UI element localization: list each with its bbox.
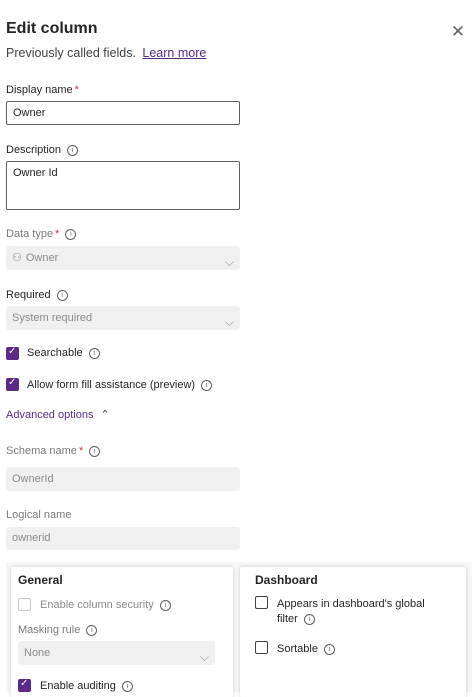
info-icon[interactable]: i xyxy=(303,614,315,625)
info-icon[interactable]: i xyxy=(89,446,101,457)
schema-name-label: Schema name * i xyxy=(6,445,101,457)
required-mark: * xyxy=(55,228,60,240)
data-type-value: Owner xyxy=(25,252,59,264)
info-icon[interactable]: i xyxy=(56,290,68,301)
global-filter-label-line1: Appears in dashboard's global xyxy=(277,598,425,610)
general-card: General Enable column security i Masking … xyxy=(11,567,233,697)
required-label: Required i xyxy=(6,289,68,301)
info-icon[interactable]: i xyxy=(323,644,335,655)
sortable-row: Sortable i xyxy=(277,643,335,655)
logical-name-label: Logical name xyxy=(6,509,72,521)
column-security-label: Enable column security xyxy=(40,599,154,611)
chevron-up-icon: ⌃ xyxy=(100,409,110,421)
person-icon: ⚇ xyxy=(12,252,22,264)
logical-name-input: ownerid xyxy=(6,527,240,550)
data-type-label-text: Data type xyxy=(6,228,54,240)
info-icon[interactable]: i xyxy=(86,625,98,636)
info-icon[interactable]: i xyxy=(159,600,171,611)
required-select: System required ⌵ xyxy=(6,306,240,330)
general-title: General xyxy=(18,573,63,587)
sortable-label: Sortable xyxy=(277,643,318,655)
schema-name-label-text: Schema name xyxy=(6,445,77,457)
display-name-label-text: Display name xyxy=(6,84,73,96)
learn-more-link[interactable]: Learn more xyxy=(142,46,206,60)
masking-rule-value: None xyxy=(24,647,51,659)
form-fill-checkbox[interactable] xyxy=(6,377,19,391)
schema-name-input: OwnerId xyxy=(6,467,240,491)
form-fill-row: Allow form fill assistance (preview) i xyxy=(27,379,213,391)
description-label: Description i xyxy=(6,144,79,156)
chevron-down-icon: ⌵ xyxy=(224,315,234,329)
subtitle-text: Previously called fields. xyxy=(6,46,136,60)
required-mark: * xyxy=(78,445,84,457)
advanced-options-toggle[interactable]: Advanced options ⌃ xyxy=(6,408,110,421)
searchable-row: Searchable i xyxy=(27,347,100,359)
global-filter-row: Appears in dashboard's global filter i xyxy=(277,597,425,627)
global-filter-checkbox[interactable] xyxy=(255,596,268,609)
info-icon[interactable]: i xyxy=(67,145,79,156)
info-icon[interactable]: i xyxy=(88,348,100,359)
required-mark: * xyxy=(74,84,79,96)
close-icon[interactable]: ✕ xyxy=(450,23,466,40)
masking-rule-label: Masking rule i xyxy=(18,624,98,636)
data-type-select: ⚇ Owner ⌵ xyxy=(6,246,240,270)
searchable-checkbox[interactable] xyxy=(6,346,19,360)
info-icon[interactable]: i xyxy=(65,229,77,240)
chevron-down-icon: ⌵ xyxy=(224,255,234,269)
dashboard-card: Dashboard Appears in dashboard's global … xyxy=(240,567,466,697)
form-fill-label: Allow form fill assistance (preview) xyxy=(27,379,196,391)
description-label-text: Description xyxy=(6,144,62,156)
info-icon[interactable]: i xyxy=(121,681,133,692)
masking-rule-select: None ⌵ xyxy=(18,641,215,665)
display-name-label: Display name * xyxy=(6,84,79,96)
column-security-checkbox[interactable] xyxy=(18,598,31,611)
global-filter-label-line2: filter xyxy=(277,613,298,625)
description-textarea[interactable]: Owner Id xyxy=(6,161,240,210)
data-type-label: Data type * i xyxy=(6,228,77,240)
sortable-checkbox[interactable] xyxy=(255,641,268,654)
searchable-label: Searchable xyxy=(27,347,83,359)
info-icon[interactable]: i xyxy=(201,380,213,391)
auditing-row: Enable auditing i xyxy=(40,680,133,692)
panel-title: Edit column xyxy=(6,20,98,37)
auditing-label: Enable auditing xyxy=(40,680,116,692)
display-name-input[interactable]: Owner xyxy=(6,101,240,125)
column-security-row: Enable column security i xyxy=(40,599,171,611)
required-label-text: Required xyxy=(6,289,51,301)
required-value: System required xyxy=(12,312,93,324)
dashboard-title: Dashboard xyxy=(255,573,318,587)
advanced-options-label: Advanced options xyxy=(6,409,94,421)
masking-rule-label-text: Masking rule xyxy=(18,624,81,636)
chevron-down-icon: ⌵ xyxy=(199,650,209,664)
panel-subtitle: Previously called fields. Learn more xyxy=(6,46,206,60)
